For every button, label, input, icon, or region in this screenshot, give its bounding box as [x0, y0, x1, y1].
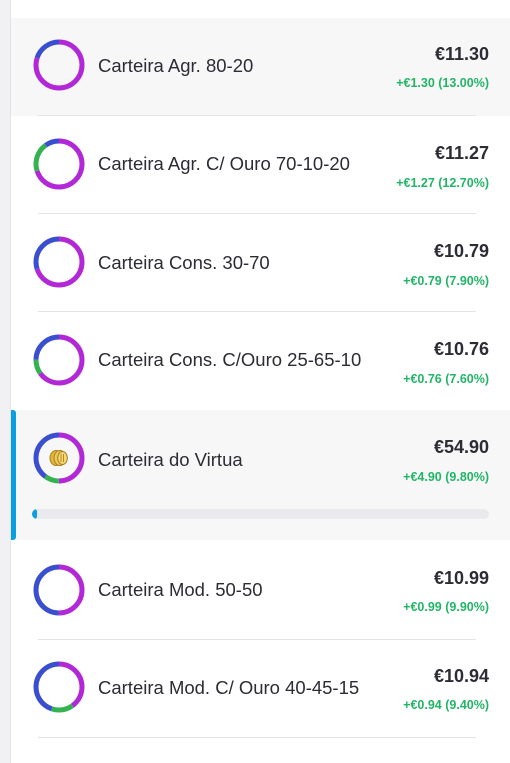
portfolio-item[interactable]: Carteira Agr. 80-20 €11.30 +€1.30 (13.00…	[11, 18, 510, 116]
portfolio-value: €10.94	[433, 666, 489, 686]
portfolio-item[interactable]: Carteira Mod. C/ Ouro 40-45-15 €10.94 +€…	[11, 640, 510, 738]
allocation-ring-icon	[33, 564, 85, 616]
portfolio-name: Carteira Cons. 30-70	[98, 252, 270, 273]
portfolio-name: Carteira Mod. C/ Ouro 40-45-15	[98, 677, 360, 698]
allocation-ring-icon	[33, 334, 85, 386]
allocation-ring-icon	[33, 661, 85, 713]
gold-coins-icon	[49, 450, 68, 466]
portfolio-value: €11.30	[434, 44, 489, 64]
portfolio-name: Carteira Agr. 80-20	[98, 55, 254, 76]
portfolio-name: Carteira Cons. C/Ouro 25-65-10	[98, 349, 362, 370]
portfolio-item[interactable]: Carteira Agr. C/ Ouro 70-10-20 €11.27 +€…	[11, 116, 510, 214]
divider	[38, 737, 476, 738]
progress-fill	[32, 509, 38, 519]
portfolio-item-selected[interactable]: Carteira do Virtua €54.90 +€4.90 (9.80%)	[11, 410, 510, 540]
portfolio-value: €10.76	[433, 339, 489, 359]
portfolio-name: Carteira Mod. 50-50	[98, 579, 263, 600]
portfolio-list: Carteira Agr. 80-20 €11.30 +€1.30 (13.00…	[11, 0, 510, 763]
progress-bar	[32, 509, 489, 519]
portfolio-value: €10.99	[433, 568, 489, 588]
portfolio-change: +€1.27 (12.70%)	[396, 176, 489, 190]
scrollbar-track[interactable]	[0, 0, 11, 763]
portfolio-value: €10.79	[433, 241, 489, 261]
portfolio-value: €11.27	[434, 143, 489, 163]
portfolio-change: +€0.99 (9.90%)	[403, 600, 489, 614]
portfolio-change: +€1.30 (13.00%)	[396, 76, 489, 90]
allocation-ring-icon	[33, 138, 85, 190]
allocation-ring-icon	[33, 236, 85, 288]
portfolio-item[interactable]: Carteira Mod. 50-50 €10.99 +€0.99 (9.90%…	[11, 542, 510, 640]
portfolio-change: +€0.76 (7.60%)	[403, 372, 489, 386]
portfolio-item[interactable]: Carteira Cons. 30-70 €10.79 +€0.79 (7.90…	[11, 214, 510, 312]
portfolio-change: +€0.94 (9.40%)	[403, 698, 489, 712]
allocation-ring-icon	[33, 432, 85, 484]
portfolio-item[interactable]: Carteira Cons. C/Ouro 25-65-10 €10.76 +€…	[11, 312, 510, 410]
allocation-ring-icon	[33, 39, 85, 91]
portfolio-change: +€0.79 (7.90%)	[403, 274, 489, 288]
portfolio-value: €54.90	[433, 437, 489, 457]
selected-indicator	[11, 410, 16, 540]
portfolio-name: Carteira Agr. C/ Ouro 70-10-20	[98, 153, 350, 174]
portfolio-name: Carteira do Virtua	[98, 449, 243, 470]
portfolio-change: +€4.90 (9.80%)	[403, 470, 489, 484]
